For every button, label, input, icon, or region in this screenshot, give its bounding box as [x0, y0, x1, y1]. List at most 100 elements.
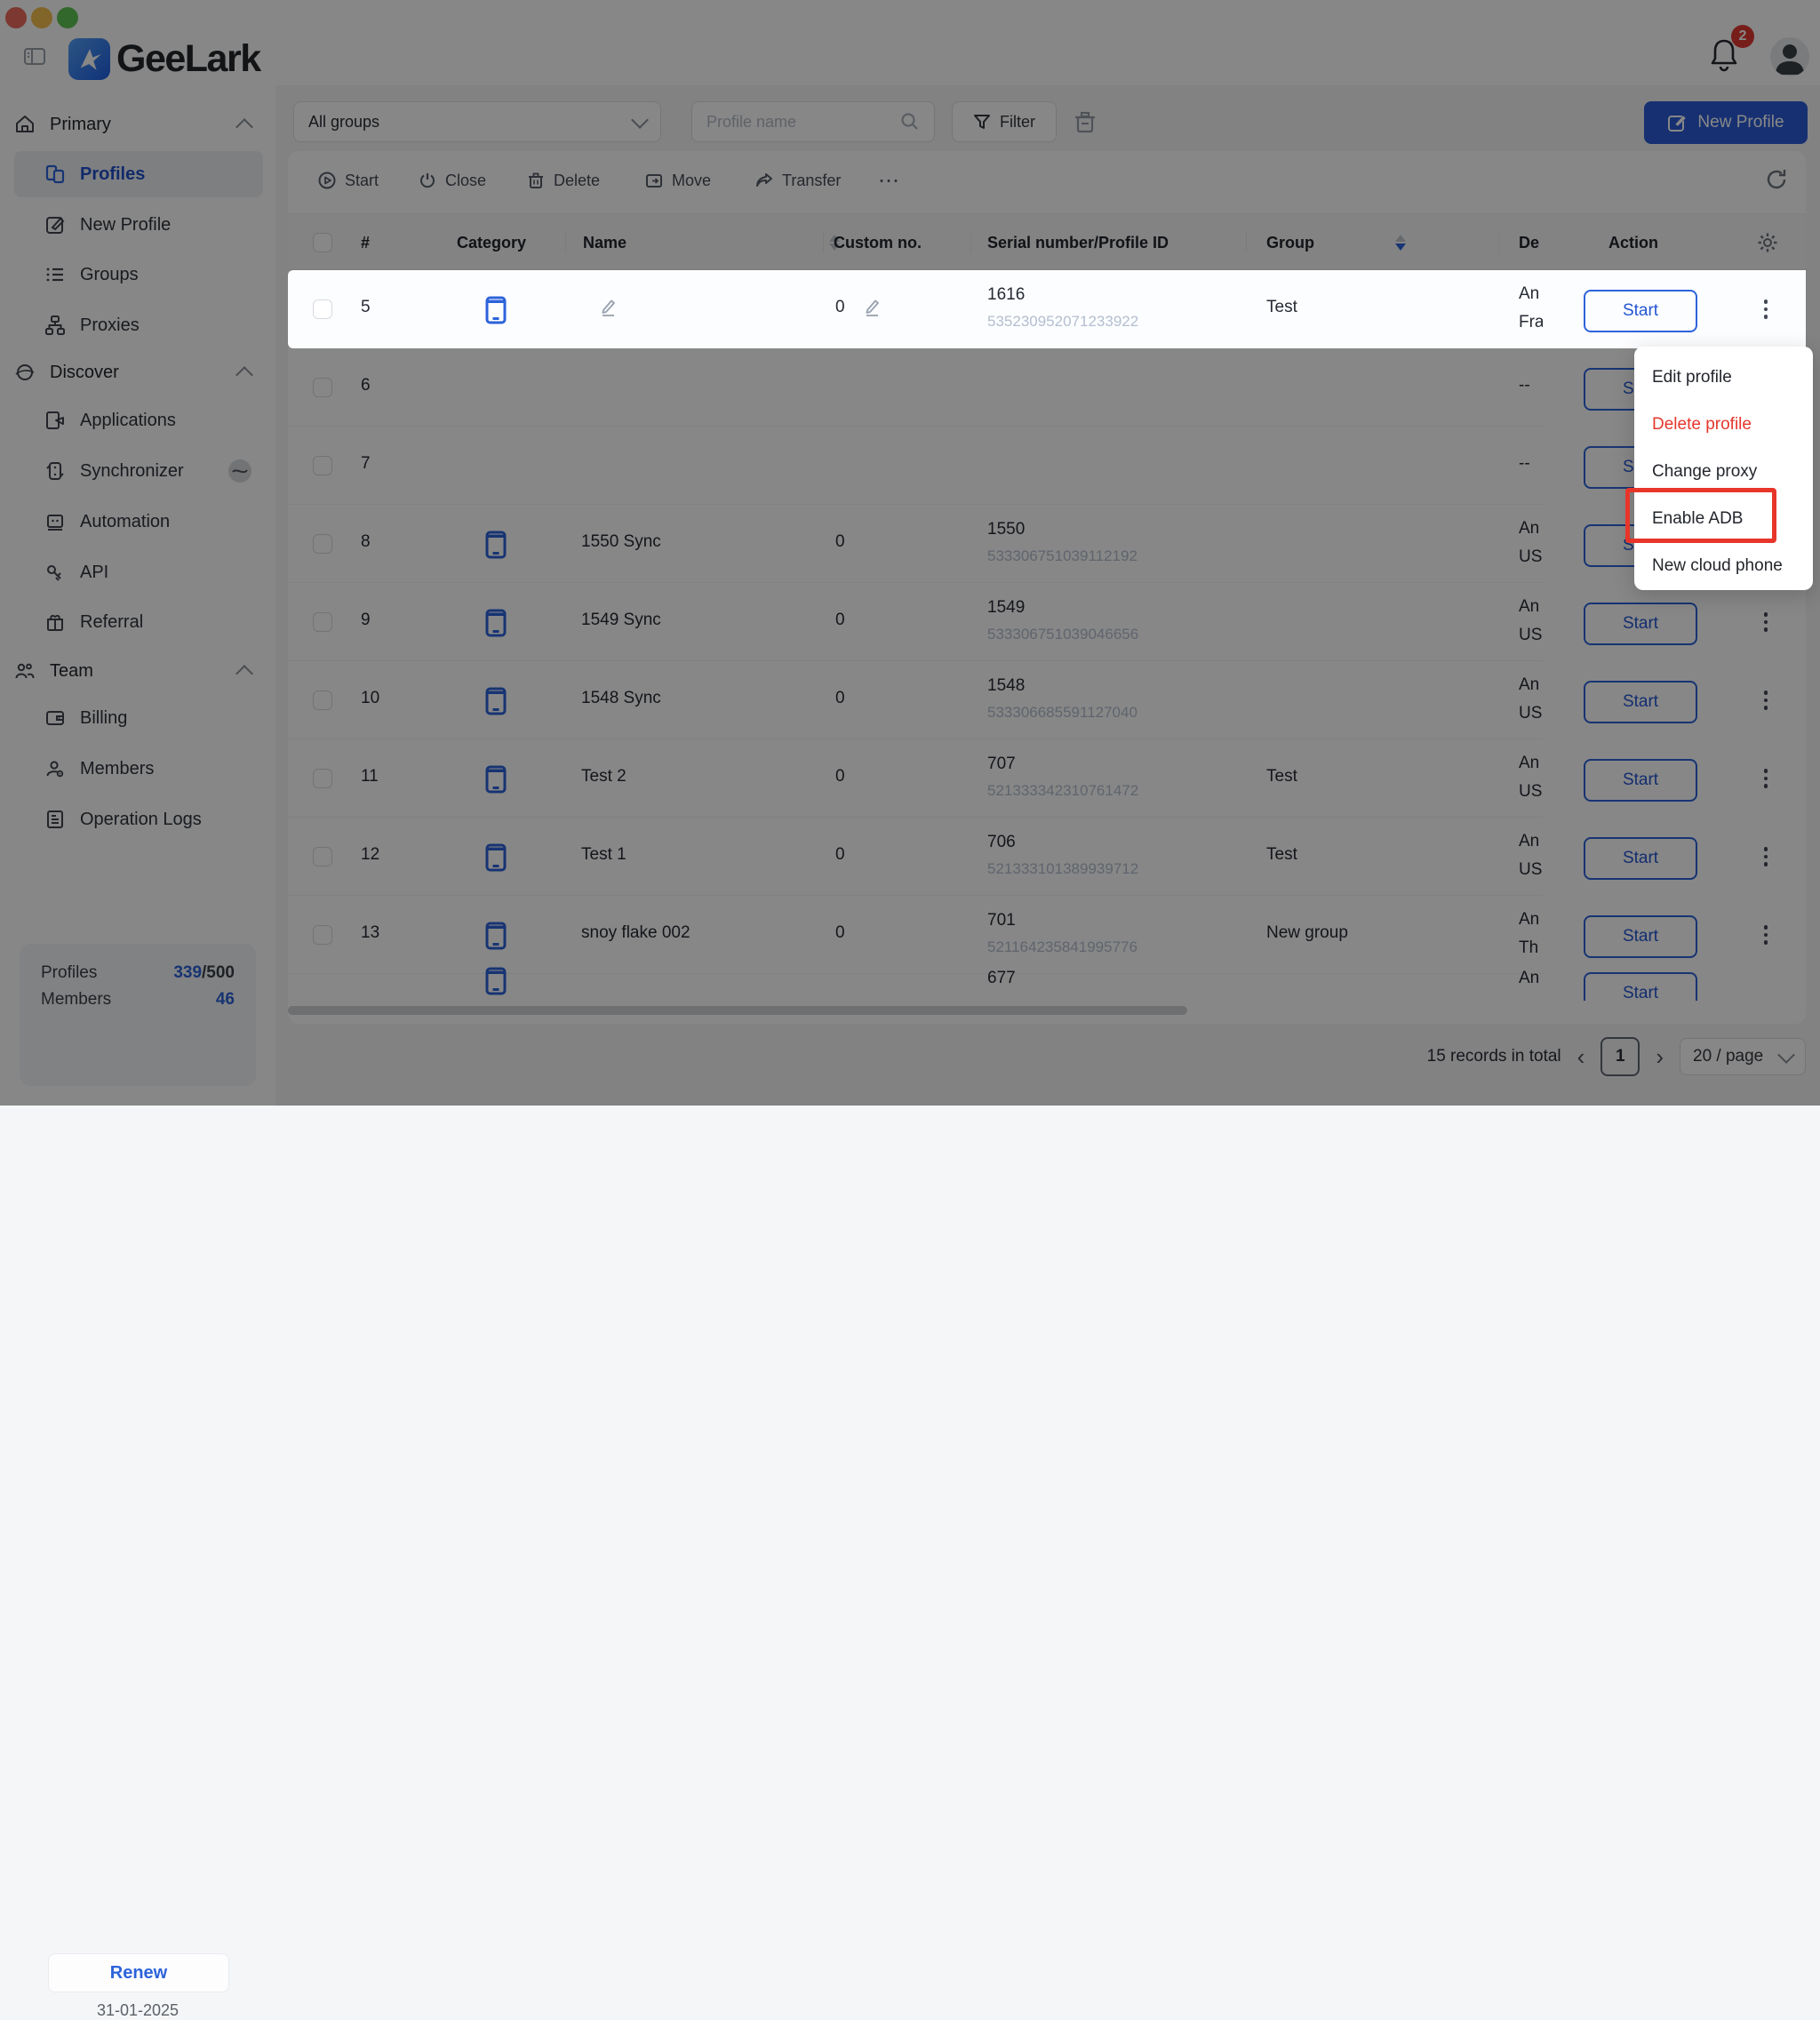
- clear-filter-icon[interactable]: [1071, 108, 1099, 137]
- geelark-logo-icon: [68, 38, 110, 80]
- row-more-actions-kebab-icon[interactable]: [1758, 296, 1774, 323]
- sidebar-section-primary[interactable]: Primary: [14, 103, 263, 146]
- sidebar-item-automation[interactable]: Automation: [14, 499, 263, 545]
- select-all-checkbox[interactable]: [313, 233, 332, 252]
- toolbar-move-button[interactable]: Move: [644, 171, 711, 190]
- chevron-up-icon: [235, 118, 253, 136]
- sidebar-section-discover[interactable]: Discover: [14, 351, 263, 394]
- sidebar-item-members[interactable]: Members: [14, 746, 263, 792]
- row-more-actions-kebab-icon[interactable]: [1758, 922, 1774, 948]
- toolbar-start-button[interactable]: Start: [317, 171, 379, 190]
- user-avatar[interactable]: [1770, 37, 1809, 76]
- operation-logs-icon: [44, 809, 66, 830]
- edit-name-pencil-icon[interactable]: [596, 296, 619, 319]
- row-checkbox[interactable]: [313, 456, 332, 475]
- edit-custom-no-pencil-icon[interactable]: [860, 296, 883, 319]
- sidebar-item-proxies[interactable]: Proxies: [14, 302, 263, 348]
- refresh-icon[interactable]: [1764, 167, 1789, 192]
- menu-item-change-proxy[interactable]: Change proxy: [1634, 448, 1813, 495]
- profile-name-input[interactable]: Profile name: [691, 101, 935, 142]
- toolbar-delete-button[interactable]: Delete: [526, 171, 600, 190]
- chevron-down-icon: [631, 111, 649, 129]
- new-profile-button-label: New Profile: [1697, 113, 1784, 132]
- row-checkbox[interactable]: [313, 847, 332, 866]
- sidebar-item-billing[interactable]: Billing: [14, 695, 263, 741]
- toolbar-transfer-button[interactable]: Transfer: [754, 171, 841, 190]
- group-name: Test: [1266, 298, 1297, 317]
- group-select[interactable]: All groups: [293, 101, 661, 142]
- menu-item-new-cloud-phone[interactable]: New cloud phone: [1634, 542, 1813, 589]
- toolbar-more-button[interactable]: ⋯: [878, 168, 899, 194]
- search-icon: [900, 112, 920, 132]
- sidebar-item-applications[interactable]: Applications: [14, 397, 263, 443]
- column-settings-gear-icon[interactable]: [1756, 231, 1779, 254]
- row-more-actions-kebab-icon[interactable]: [1758, 765, 1774, 792]
- start-profile-button[interactable]: Start: [1584, 681, 1697, 723]
- row-more-actions-kebab-icon[interactable]: [1758, 843, 1774, 870]
- sidebar-toggle-icon[interactable]: [22, 44, 47, 68]
- row-checkbox[interactable]: [313, 299, 332, 319]
- sidebar-item-label: Proxies: [80, 315, 140, 336]
- device-info: An: [1519, 754, 1539, 773]
- start-profile-button[interactable]: Start: [1584, 603, 1697, 645]
- current-page[interactable]: 1: [1600, 1037, 1640, 1076]
- sidebar-item-synchronizer[interactable]: Synchronizer: [14, 448, 263, 494]
- sidebar-item-new-profile[interactable]: New Profile: [14, 202, 263, 248]
- next-page-icon[interactable]: ›: [1656, 1048, 1664, 1066]
- row-checkbox[interactable]: [313, 769, 332, 788]
- serial-number: 706: [987, 833, 1016, 852]
- new-profile-button[interactable]: New Profile: [1644, 101, 1808, 144]
- column-header-name[interactable]: Name: [583, 214, 840, 271]
- row-checkbox[interactable]: [313, 925, 332, 945]
- device-info: An: [1519, 832, 1539, 851]
- device-info: Th: [1519, 938, 1538, 958]
- expiry-date: 31-01-2025: [20, 2001, 256, 2020]
- toolbar-close-button[interactable]: Close: [418, 171, 486, 190]
- sidebar-item-operation-logs[interactable]: Operation Logs: [14, 796, 263, 842]
- row-checkbox[interactable]: [313, 378, 332, 397]
- start-profile-button[interactable]: Start: [1584, 837, 1697, 880]
- mac-minimize-button[interactable]: [31, 7, 52, 28]
- renew-button[interactable]: Renew: [48, 1953, 229, 1992]
- mac-zoom-button[interactable]: [57, 7, 78, 28]
- sidebar-item-label: Billing: [80, 708, 127, 729]
- sidebar-section-team[interactable]: Team: [14, 650, 263, 692]
- profile-name: 1550 Sync: [581, 532, 661, 552]
- start-profile-button[interactable]: Start: [1584, 972, 1697, 1001]
- notification-count-badge: 2: [1731, 25, 1754, 48]
- column-header-serial-number-profile-id[interactable]: Serial number/Profile ID: [987, 214, 1406, 271]
- start-profile-button[interactable]: Start: [1584, 290, 1697, 332]
- funnel-icon: [973, 113, 991, 131]
- device-info: US: [1519, 860, 1542, 880]
- profiles-usage: Profiles 339/500: [20, 963, 256, 983]
- row-more-actions-kebab-icon[interactable]: [1758, 609, 1774, 635]
- serial-number: 677: [987, 969, 1016, 988]
- horizontal-scrollbar[interactable]: [288, 1006, 1187, 1015]
- page-size-select[interactable]: 20 / page: [1680, 1038, 1806, 1075]
- table-body: 501616535230952071233922TestAnFraStart6-…: [288, 270, 1806, 1001]
- custom-number: 0: [835, 298, 845, 317]
- row-checkbox[interactable]: [313, 691, 332, 710]
- menu-item-delete-profile[interactable]: Delete profile: [1634, 401, 1813, 448]
- applications-icon: [44, 410, 66, 431]
- filter-button-label: Filter: [1000, 113, 1035, 132]
- chevron-down-icon: [1777, 1046, 1795, 1064]
- mac-close-button[interactable]: [5, 7, 27, 28]
- sidebar-item-profiles[interactable]: Profiles: [14, 151, 263, 197]
- row-more-actions-kebab-icon[interactable]: [1758, 687, 1774, 714]
- row-checkbox[interactable]: [313, 534, 332, 554]
- sort-icons: [1395, 235, 1406, 251]
- prev-page-icon[interactable]: ‹: [1577, 1048, 1585, 1066]
- column-header-de: De: [1519, 214, 1539, 271]
- menu-item-enable-adb[interactable]: Enable ADB: [1634, 495, 1813, 542]
- filter-button[interactable]: Filter: [952, 101, 1057, 142]
- row-checkbox[interactable]: [313, 612, 332, 632]
- menu-item-edit-profile[interactable]: Edit profile: [1634, 354, 1813, 401]
- sidebar-item-referral[interactable]: Referral: [14, 599, 263, 645]
- sidebar-item-api[interactable]: API: [14, 549, 263, 595]
- start-profile-button[interactable]: Start: [1584, 915, 1697, 958]
- sidebar-item-groups[interactable]: Groups: [14, 252, 263, 298]
- start-profile-button[interactable]: Start: [1584, 759, 1697, 802]
- sidebar-item-label: Profiles: [80, 164, 145, 185]
- profile-id: 533306685591127040: [987, 704, 1138, 722]
